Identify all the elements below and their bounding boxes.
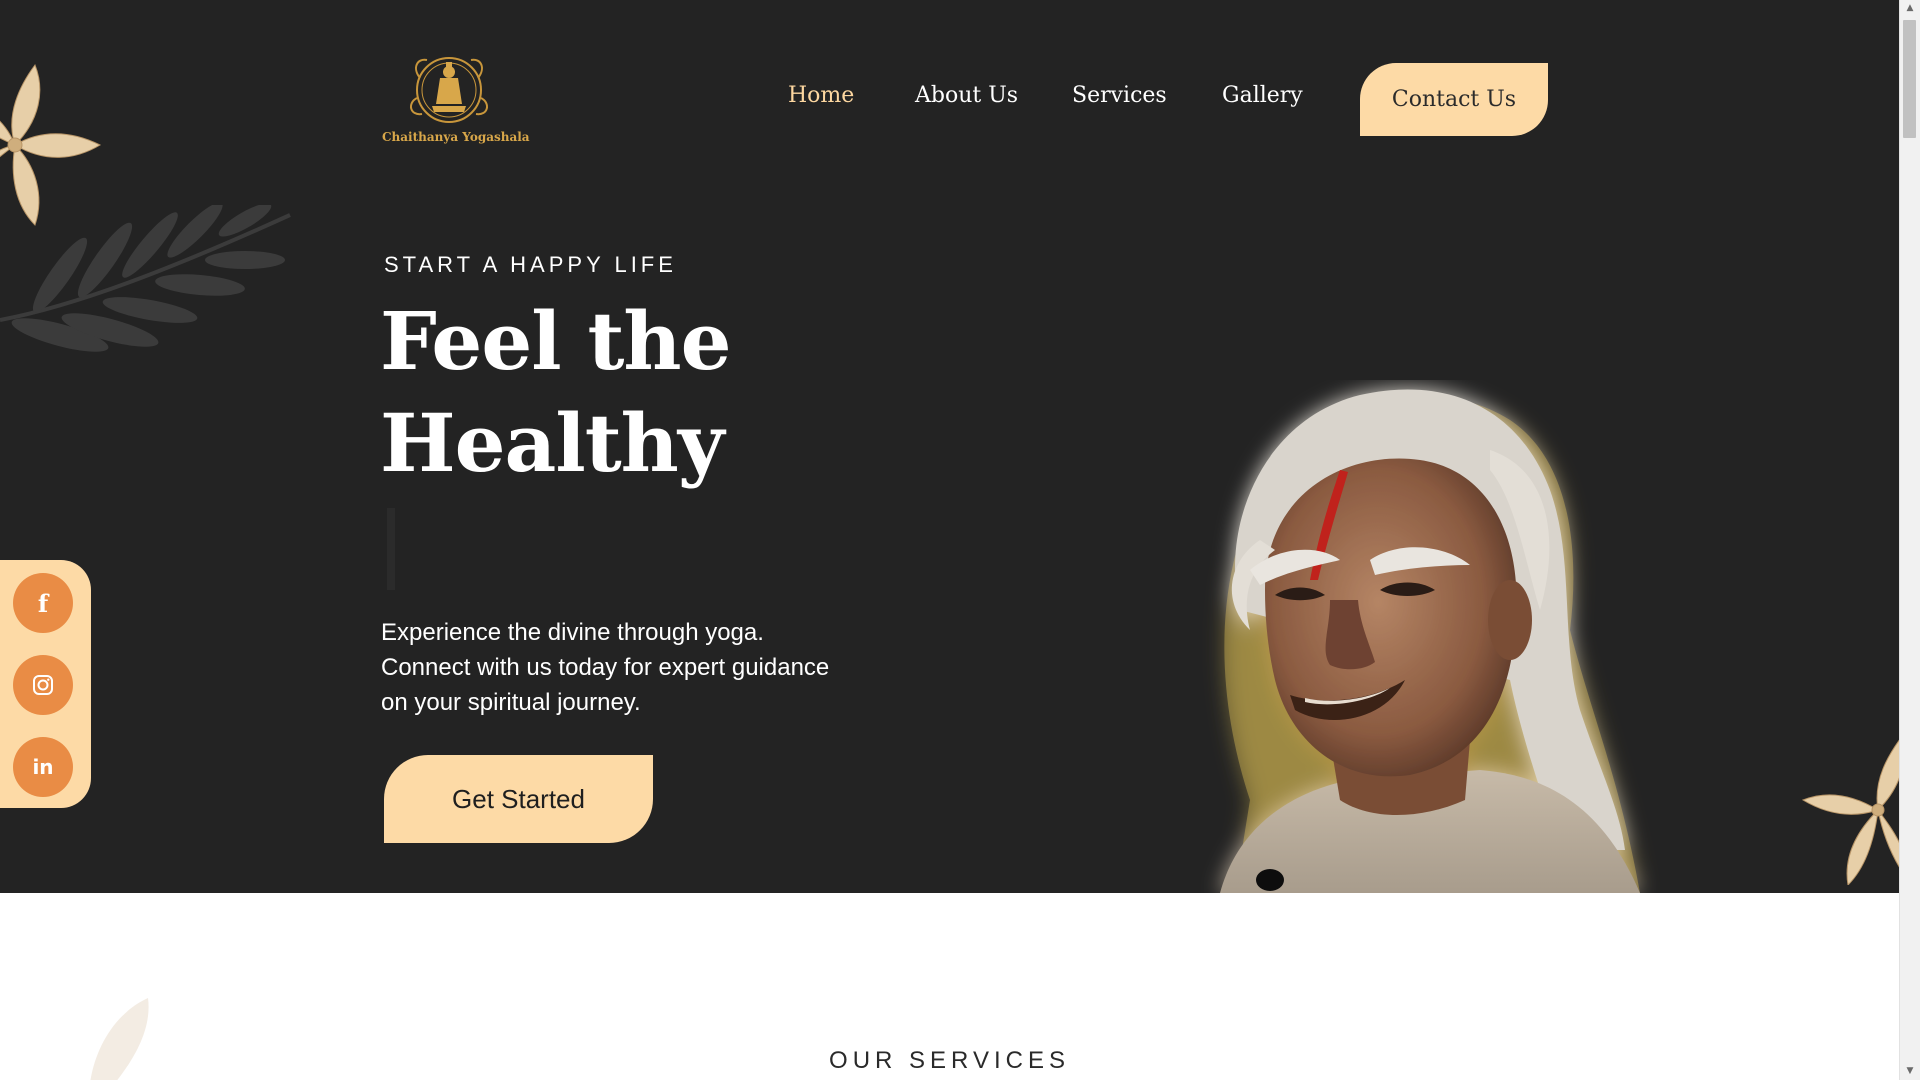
headline-line-2: Healthy xyxy=(380,396,724,490)
services-title: OUR SERVICES xyxy=(829,1047,1070,1074)
nav-gallery[interactable]: Gallery xyxy=(1222,83,1303,108)
hero-description: Experience the divine through yoga. Conn… xyxy=(381,619,830,716)
nav-services[interactable]: Services xyxy=(1072,83,1167,108)
hero-headline: Feel the Healthy xyxy=(380,290,731,494)
brand-name: Chaithanya Yogashala xyxy=(382,130,530,144)
instagram-icon[interactable] xyxy=(13,655,73,715)
linkedin-icon[interactable]: in xyxy=(13,737,73,797)
nav-home[interactable]: Home xyxy=(788,83,854,108)
social-sidebar: f in xyxy=(0,560,91,808)
get-started-button[interactable]: Get Started xyxy=(384,755,653,843)
scroll-up-arrow-icon[interactable]: ▲ xyxy=(1900,0,1920,17)
instagram-glyph xyxy=(33,675,53,695)
linkedin-glyph: in xyxy=(32,755,54,779)
typing-cursor xyxy=(387,508,395,590)
hero-eyebrow: START A HAPPY LIFE xyxy=(384,252,677,277)
flower-decoration-right xyxy=(1801,739,1899,885)
leaf-decoration xyxy=(0,205,291,352)
facebook-glyph: f xyxy=(37,588,49,618)
contact-us-button[interactable]: Contact Us xyxy=(1360,63,1548,136)
facebook-icon[interactable]: f xyxy=(13,573,73,633)
nav-about-us[interactable]: About Us xyxy=(915,83,1018,108)
guru-portrait-image xyxy=(1220,389,1640,893)
scrollbar-thumb[interactable] xyxy=(1903,20,1916,138)
headline-line-1: Feel the xyxy=(380,294,731,388)
scroll-down-arrow-icon[interactable]: ▼ xyxy=(1900,1063,1920,1080)
brand-logo[interactable]: Chaithanya Yogashala xyxy=(382,48,530,148)
hero-section: Chaithanya Yogashala Home About Us Servi… xyxy=(0,0,1899,893)
page-scrollbar[interactable]: ▲ ▼ xyxy=(1899,0,1920,1080)
logo-emblem-icon xyxy=(410,57,488,123)
